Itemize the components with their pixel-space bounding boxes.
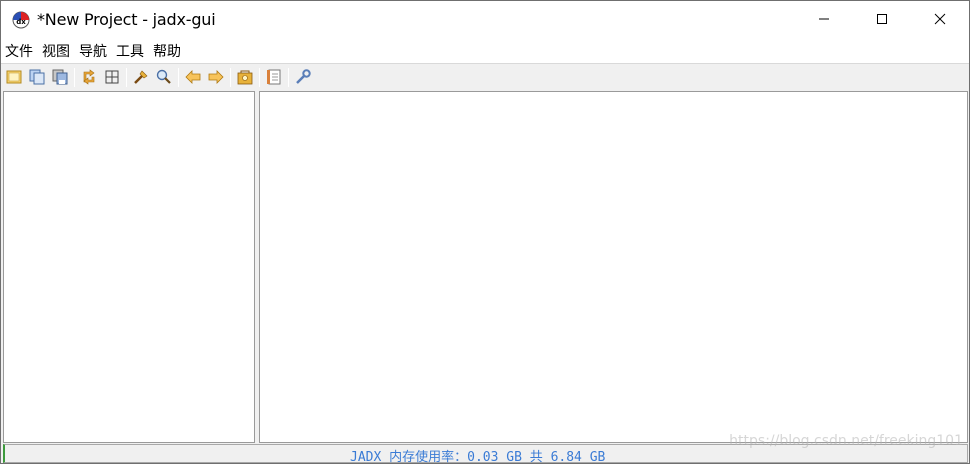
code-editor-pane[interactable] xyxy=(259,91,968,443)
minimize-icon xyxy=(818,10,830,29)
toolbar-separator xyxy=(259,68,260,87)
watermark: https://blog.csdn.net/freeking101 xyxy=(729,433,963,449)
log-viewer-icon[interactable] xyxy=(265,68,283,86)
toolbar xyxy=(1,63,969,90)
maximize-icon xyxy=(876,10,888,29)
title-bar[interactable]: dx *New Project - jadx-gui xyxy=(1,1,969,38)
toolbar-separator xyxy=(288,68,289,87)
deobfuscation-icon[interactable] xyxy=(236,68,254,86)
class-search-icon[interactable] xyxy=(155,68,173,86)
window-title: *New Project - jadx-gui xyxy=(37,10,216,29)
minimize-button[interactable] xyxy=(795,1,853,38)
menu-file[interactable]: 文件 xyxy=(5,41,33,61)
menu-bar: 文件 视图 导航 工具 帮助 xyxy=(1,38,969,63)
jadx-logo-icon: dx xyxy=(12,11,30,29)
menu-help[interactable]: 帮助 xyxy=(153,41,181,61)
sync-tree-icon[interactable] xyxy=(80,68,98,86)
svg-text:dx: dx xyxy=(16,18,26,26)
preferences-icon[interactable] xyxy=(294,68,312,86)
save-all-icon[interactable] xyxy=(51,68,69,86)
project-tree-pane[interactable] xyxy=(3,91,255,443)
toolbar-separator xyxy=(126,68,127,87)
forward-icon[interactable] xyxy=(207,68,225,86)
text-search-icon[interactable] xyxy=(132,68,150,86)
close-icon xyxy=(934,10,946,29)
memory-usage-label: JADX 内存使用率：0.03 GB 共 6.84 GB xyxy=(350,450,606,464)
add-files-icon[interactable] xyxy=(28,68,46,86)
back-icon[interactable] xyxy=(184,68,202,86)
maximize-button[interactable] xyxy=(853,1,911,38)
toolbar-separator xyxy=(74,68,75,87)
close-button[interactable] xyxy=(911,1,969,38)
open-file-icon[interactable] xyxy=(5,68,23,86)
toolbar-separator xyxy=(178,68,179,87)
menu-tools[interactable]: 工具 xyxy=(116,41,144,61)
menu-navigation[interactable]: 导航 xyxy=(79,41,107,61)
app-window: dx *New Project - jadx-gui 文件 视图 导航 工具 帮… xyxy=(0,0,970,464)
toolbar-separator xyxy=(230,68,231,87)
flatten-packages-icon[interactable] xyxy=(103,68,121,86)
menu-view[interactable]: 视图 xyxy=(42,41,70,61)
